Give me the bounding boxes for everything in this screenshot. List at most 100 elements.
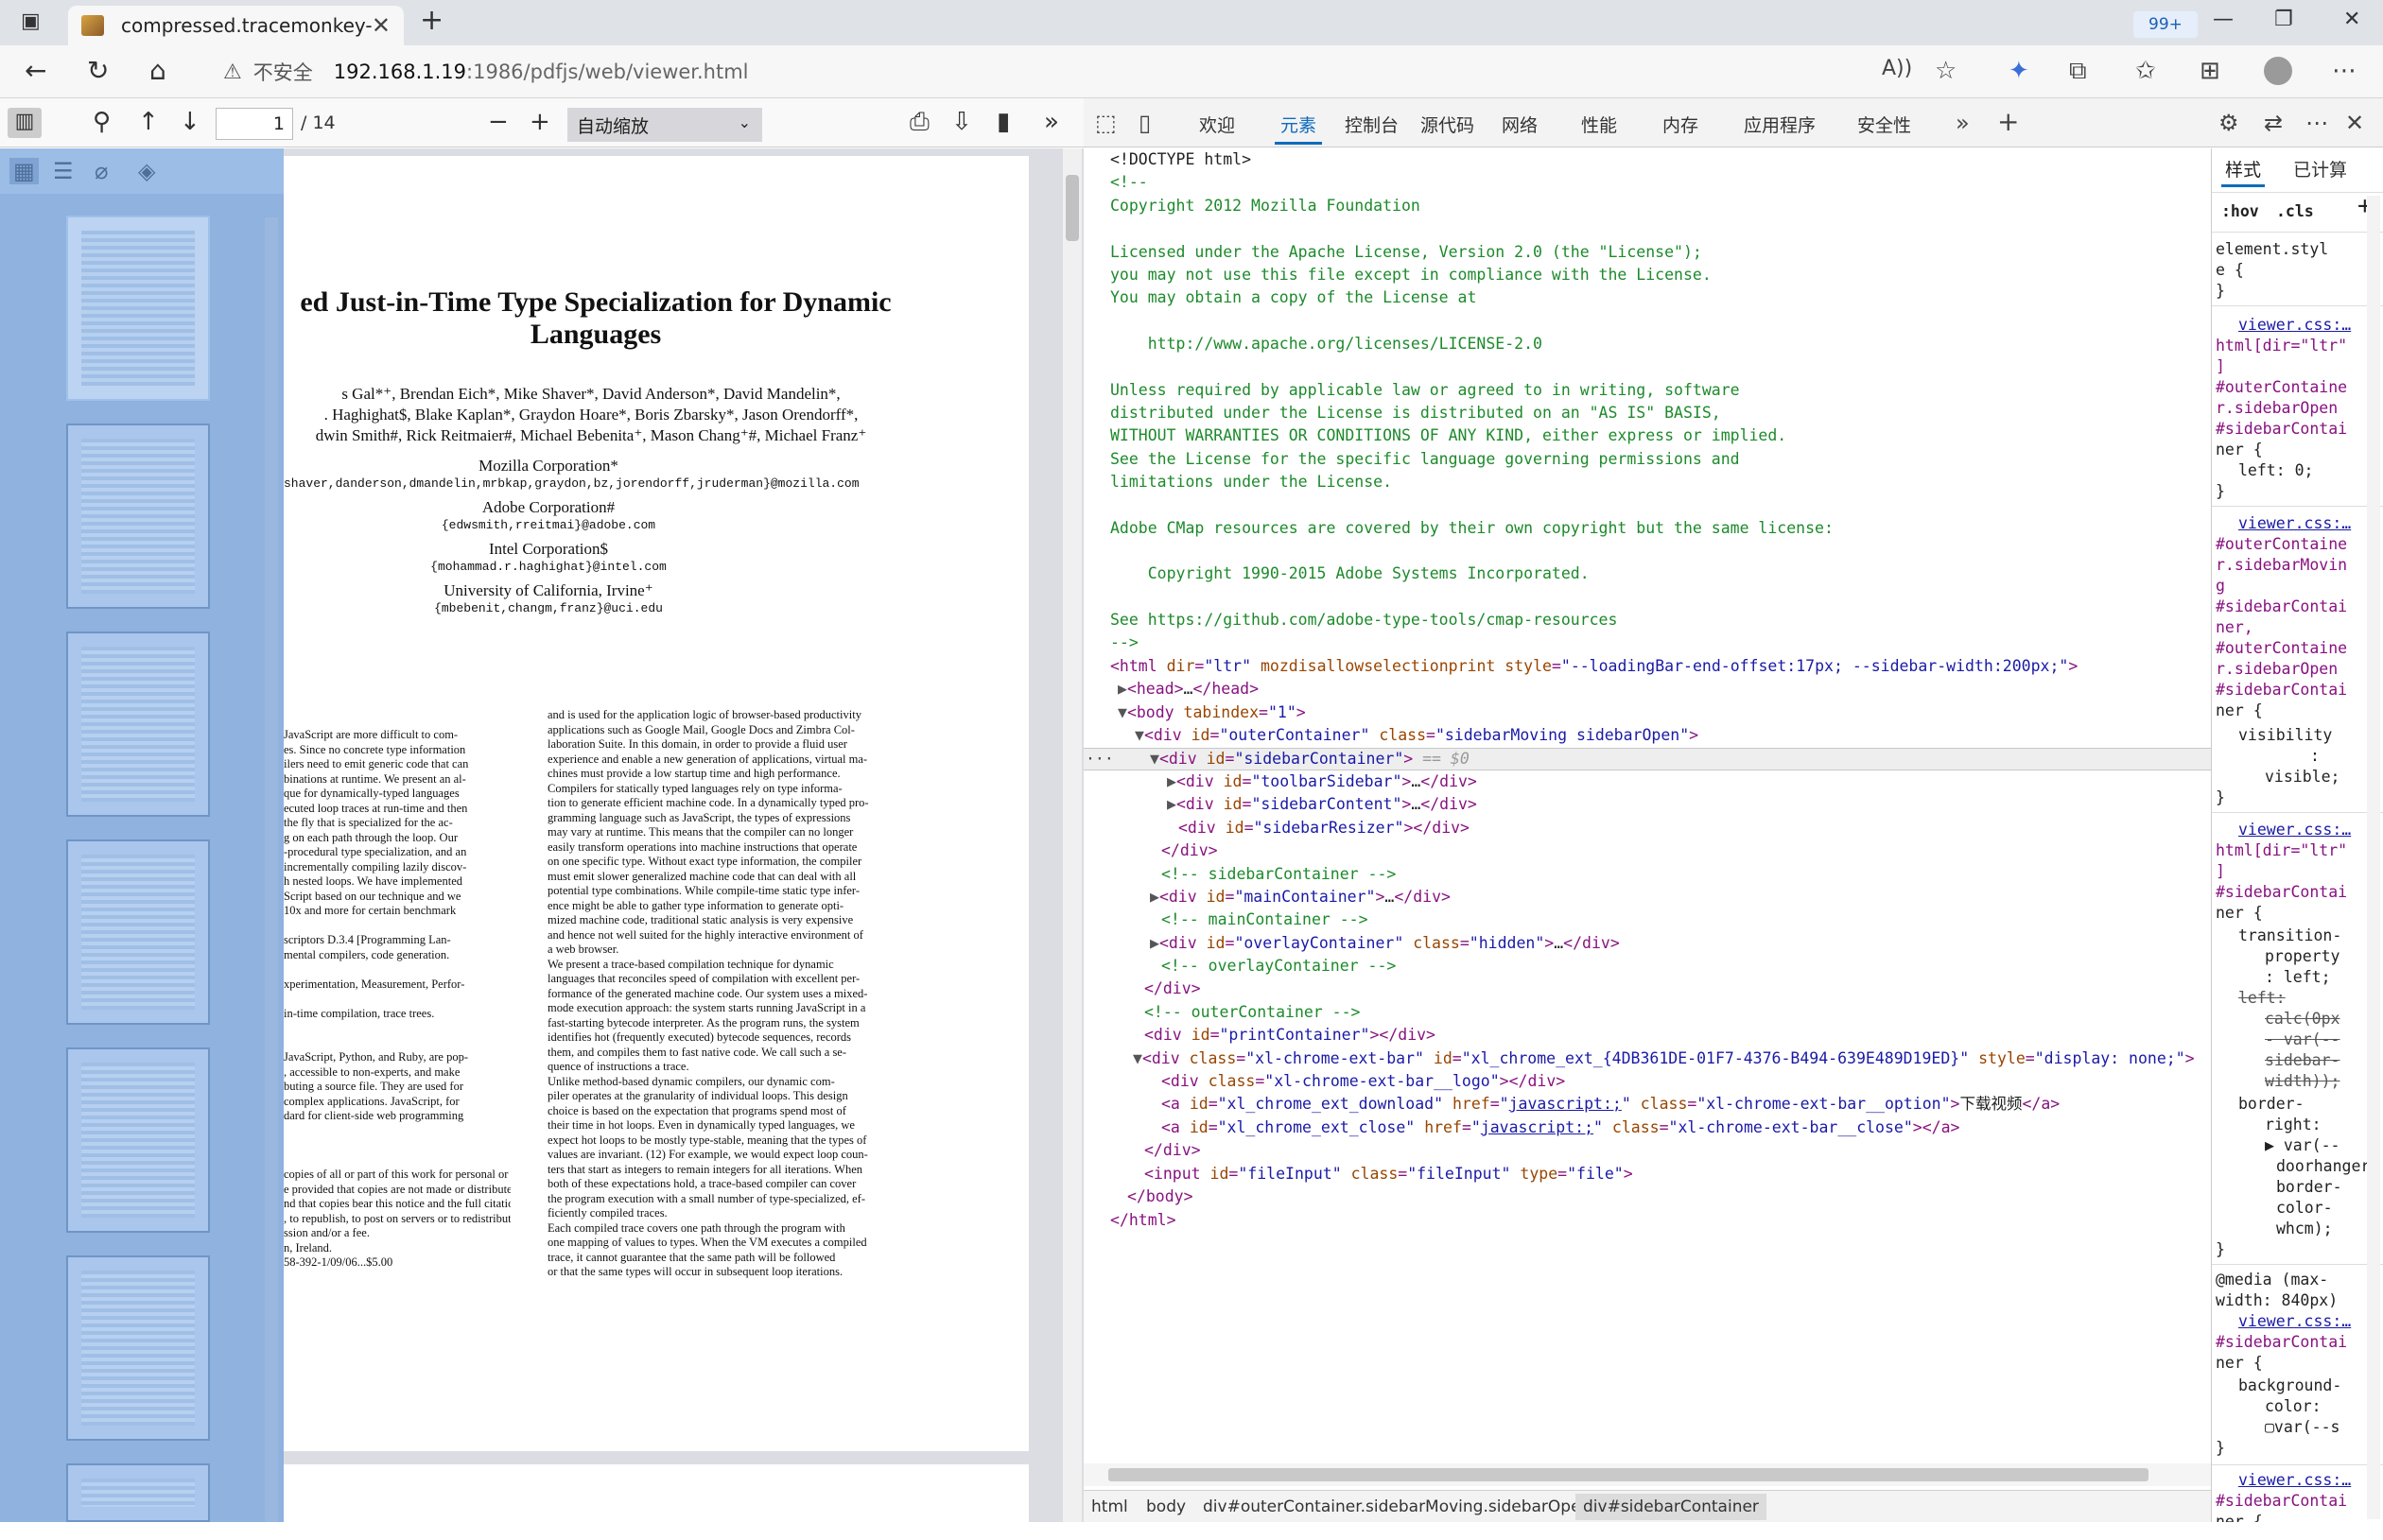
cls-toggle[interactable]: .cls: [2276, 201, 2314, 222]
zoom-select[interactable]: 自动缩放 ⌄: [567, 108, 762, 142]
page-thumbnail[interactable]: [66, 1463, 210, 1522]
minimize-icon[interactable]: —: [2213, 8, 2234, 31]
devtools-tab-console[interactable]: 控制台: [1345, 112, 1399, 137]
tab-actions-icon[interactable]: ▣: [21, 9, 41, 33]
rule-source-link[interactable]: viewer.css:…: [2238, 1470, 2351, 1491]
rule-source-link[interactable]: viewer.css:…: [2238, 820, 2351, 840]
favorites-icon[interactable]: ✩: [2135, 57, 2156, 85]
refresh-icon[interactable]: ↻: [87, 57, 109, 85]
rule-declaration[interactable]: background-: [2238, 1376, 2341, 1396]
favorite-star-icon[interactable]: ☆: [1935, 57, 1957, 85]
print-icon[interactable]: ⎙: [910, 108, 930, 136]
viewer-scrollbar[interactable]: [1063, 148, 1082, 1522]
page-thumbnail[interactable]: [66, 839, 210, 1025]
browser-tab[interactable]: compressed.tracemonkey-pldi-0 ✕: [68, 6, 404, 45]
devtools-close-icon[interactable]: ✕: [2345, 110, 2364, 136]
dom-node-xl-chrome-ext-bar[interactable]: ▼<div class="xl-chrome-ext-bar" id="xl_c…: [1133, 1047, 2195, 1070]
page-thumbnail[interactable]: [66, 216, 210, 401]
breadcrumb-outercontainer[interactable]: div#outerContainer.sidebarMoving.sidebar…: [1203, 1497, 1591, 1516]
thumbnails-view-icon[interactable]: ▦: [9, 158, 39, 184]
zoom-in-icon[interactable]: +: [530, 108, 550, 136]
collections-icon[interactable]: ⊞: [2200, 57, 2220, 85]
dom-node-body[interactable]: ▼<body tabindex="1">: [1118, 701, 1306, 724]
inspect-element-icon[interactable]: ⬚: [1095, 110, 1117, 136]
sidebar-toggle-icon[interactable]: ▥: [8, 108, 42, 138]
dom-node-xl-logo[interactable]: <div class="xl-chrome-ext-bar__logo"></d…: [1161, 1070, 1565, 1093]
devtools-tab-elements[interactable]: 元素: [1274, 112, 1323, 145]
node-actions-icon[interactable]: ···: [1086, 748, 1114, 770]
devtools-tab-security[interactable]: 安全性: [1857, 112, 1911, 137]
more-menu-icon[interactable]: ⋯: [2332, 57, 2357, 85]
connection-icon[interactable]: ⇄: [2264, 110, 2283, 136]
bookmark-icon[interactable]: ▮: [997, 108, 1010, 136]
rule-declaration[interactable]: border-: [2238, 1094, 2305, 1115]
layers-view-icon[interactable]: ◈: [138, 158, 155, 184]
devtools-tab-network[interactable]: 网络: [1502, 112, 1538, 137]
breadcrumb-sidebarcontainer[interactable]: div#sidebarContainer: [1575, 1494, 1766, 1520]
dom-node-html[interactable]: <html dir="ltr" mozdisallowselectionprin…: [1110, 655, 2078, 678]
address-field[interactable]: ⚠ 不安全 192.168.1.19:1986/pdfjs/web/viewer…: [223, 53, 1973, 91]
rule-declaration[interactable]: visibility: [2238, 725, 2332, 746]
back-icon[interactable]: ←: [25, 57, 46, 85]
dom-node-toolbarsidebar[interactable]: ▶<div id="toolbarSidebar">…</div>: [1167, 770, 1477, 793]
read-aloud-icon[interactable]: A)): [1882, 57, 1912, 80]
outline-view-icon[interactable]: ☰: [53, 158, 74, 184]
page-thumbnail[interactable]: [66, 1255, 210, 1441]
breadcrumb-html[interactable]: html: [1091, 1497, 1128, 1516]
dom-doctype[interactable]: <!DOCTYPE html>: [1110, 148, 1251, 171]
more-tabs-icon[interactable]: »: [1956, 110, 1970, 136]
home-icon[interactable]: ⌂: [149, 57, 166, 85]
rule-declaration[interactable]: left: 0;: [2238, 460, 2313, 481]
download-icon[interactable]: ⇩: [951, 108, 972, 136]
close-window-icon[interactable]: ✕: [2343, 8, 2360, 31]
maximize-icon[interactable]: ❐: [2274, 8, 2293, 31]
dom-node-maincontainer[interactable]: ▶<div id="mainContainer">…</div>: [1150, 886, 1451, 908]
issues-badge[interactable]: 99+: [2133, 11, 2198, 38]
devtools-tab-welcome[interactable]: 欢迎: [1199, 112, 1235, 137]
next-page-icon[interactable]: ↓: [180, 108, 200, 136]
add-tool-icon[interactable]: +: [1997, 106, 2019, 137]
hov-toggle[interactable]: :hov: [2221, 201, 2259, 222]
breadcrumb-body[interactable]: body: [1146, 1497, 1186, 1516]
dom-node-head[interactable]: ▶<head>…</head>: [1118, 678, 1259, 701]
devtools-tab-sources[interactable]: 源代码: [1420, 112, 1474, 137]
page-thumbnail[interactable]: [66, 1047, 210, 1233]
styles-tab[interactable]: 样式: [2220, 156, 2266, 187]
dom-comment[interactable]: <!--: [1110, 171, 1148, 194]
tab-close-icon[interactable]: ✕: [372, 12, 391, 39]
tools-more-icon[interactable]: »: [1044, 108, 1059, 136]
page-thumbnail[interactable]: [66, 424, 210, 609]
dom-node-outercontainer[interactable]: ▼<div id="outerContainer" class="sidebar…: [1135, 724, 1698, 747]
devtools-tab-application[interactable]: 应用程序: [1744, 112, 1816, 137]
previous-page-icon[interactable]: ↑: [138, 108, 159, 136]
dom-node-sidebarcontainer[interactable]: ▼<div id="sidebarContainer"> == $0: [1150, 748, 1470, 770]
dom-node-xl-download[interactable]: <a id="xl_chrome_ext_download" href="jav…: [1161, 1093, 2060, 1116]
attachments-view-icon[interactable]: ⌀: [95, 158, 108, 184]
zoom-out-icon[interactable]: −: [488, 108, 509, 136]
computed-tab[interactable]: 已计算: [2293, 156, 2347, 182]
new-tab-icon[interactable]: +: [420, 4, 444, 37]
extension-bird-icon[interactable]: ✦: [2009, 57, 2029, 85]
dom-node-sidebarresizer[interactable]: <div id="sidebarResizer"></div>: [1178, 817, 1470, 839]
rule-declaration-overridden[interactable]: left:: [2238, 988, 2286, 1009]
dom-node-printcontainer[interactable]: <div id="printContainer"></div>: [1144, 1024, 1435, 1047]
devtools-more-icon[interactable]: ⋯: [2305, 110, 2328, 136]
device-emulation-icon[interactable]: ▯: [1139, 110, 1151, 136]
rule-declaration[interactable]: transition-: [2238, 926, 2341, 946]
settings-gear-icon[interactable]: ⚙: [2218, 110, 2239, 136]
rule-source-link[interactable]: viewer.css:…: [2238, 315, 2351, 336]
dom-node-fileinput[interactable]: <input id="fileInput" class="fileInput" …: [1144, 1163, 1633, 1185]
dom-node-xl-close[interactable]: <a id="xl_chrome_ext_close" href="javasc…: [1161, 1116, 1959, 1139]
rule-declaration[interactable]: ▢var(--s: [2265, 1417, 2340, 1438]
styles-scrollbar[interactable]: [2367, 196, 2380, 1519]
dom-node-sidebarcontent[interactable]: ▶<div id="sidebarContent">…</div>: [1167, 793, 1477, 816]
page-thumbnail[interactable]: [66, 632, 210, 817]
find-icon[interactable]: ⚲: [93, 108, 111, 136]
sidebar-scrollbar[interactable]: [265, 217, 278, 1522]
rule-declaration[interactable]: ▶ var(--: [2265, 1135, 2340, 1156]
devtools-tab-performance[interactable]: 性能: [1581, 112, 1617, 137]
rule-source-link[interactable]: viewer.css:…: [2238, 513, 2351, 534]
dom-node-overlaycontainer[interactable]: ▶<div id="overlayContainer" class="hidde…: [1150, 932, 1620, 955]
extensions-icon[interactable]: ⧉: [2069, 57, 2087, 86]
elements-horizontal-scrollbar[interactable]: [1084, 1463, 2211, 1486]
